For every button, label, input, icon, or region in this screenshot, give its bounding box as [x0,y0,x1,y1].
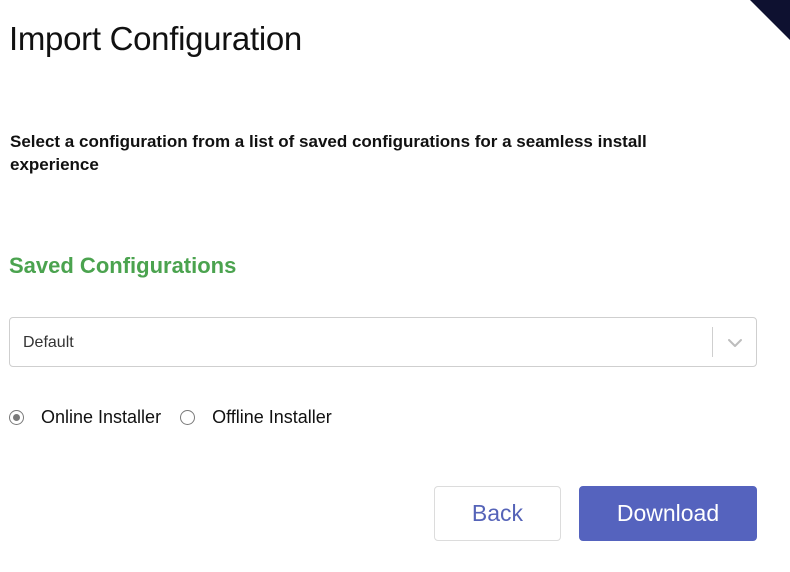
offline-installer-label[interactable]: Offline Installer [212,406,332,428]
offline-installer-radio[interactable] [180,409,196,425]
dialog-description: Select a configuration from a list of sa… [10,132,647,174]
saved-configurations-heading: Saved Configurations [9,253,237,278]
chevron-down-icon[interactable] [727,335,743,351]
corner-triangle-icon [750,0,790,40]
online-installer-label[interactable]: Online Installer [41,406,161,428]
download-button[interactable]: Download [579,486,757,541]
installer-type-radio-group: Online Installer Offline Installer [9,405,332,429]
offline-installer-option[interactable]: Offline Installer [180,406,332,428]
online-installer-radio[interactable] [9,409,24,425]
page-title: Import Configuration [9,20,302,57]
select-divider [712,327,713,357]
configuration-select-value: Default [23,334,74,351]
online-installer-option[interactable]: Online Installer [9,406,161,428]
configuration-select[interactable]: Default [9,317,757,367]
back-button[interactable]: Back [434,486,561,541]
